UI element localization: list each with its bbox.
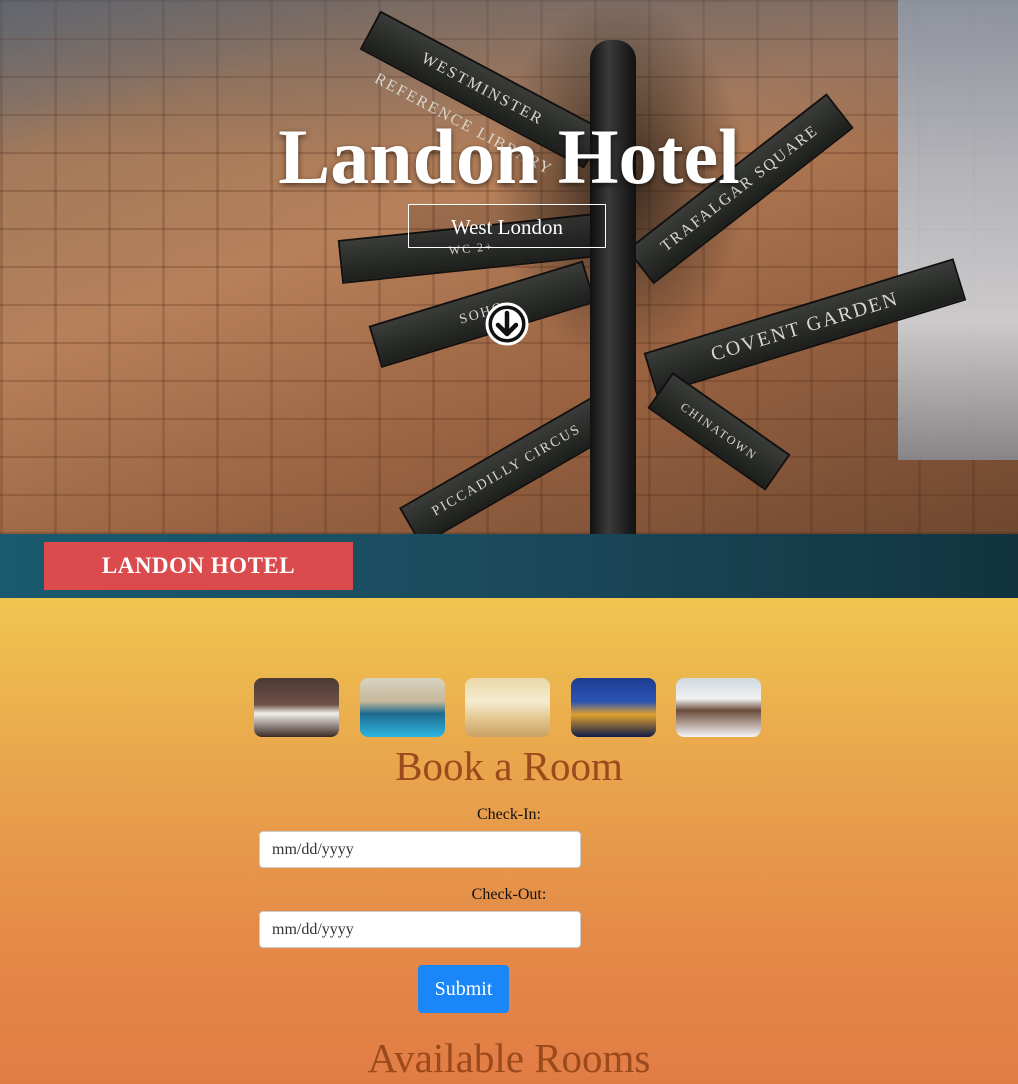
arrow-down-circle-icon[interactable]	[485, 302, 529, 346]
submit-button[interactable]: Submit	[418, 965, 509, 1013]
navbar: LANDON HOTEL	[0, 534, 1018, 598]
checkout-label: Check-Out:	[471, 886, 547, 903]
sky-background	[898, 0, 1018, 460]
thumbnail-gallery	[254, 678, 762, 737]
checkin-date-input[interactable]: mm/dd/yyyy	[259, 831, 581, 868]
hero-subtitle: West London	[408, 204, 606, 248]
wedding-couple-image[interactable]	[676, 678, 761, 737]
london-parliament-night-image[interactable]	[571, 678, 656, 737]
checkout-date-input[interactable]: mm/dd/yyyy	[259, 911, 581, 948]
hero-banner: WESTMINSTER REFERENCE LIBRARY TRAFALGAR …	[0, 0, 1018, 534]
hotel-bedroom-image[interactable]	[254, 678, 339, 737]
street-sign-chinatown: CHINATOWN	[647, 371, 791, 491]
dining-room-image[interactable]	[465, 678, 550, 737]
available-rooms-heading: Available Rooms	[367, 1035, 651, 1081]
street-sign-piccadilly: PICCADILLY CIRCUS	[399, 395, 615, 534]
hero-title: Landon Hotel	[278, 113, 740, 200]
checkin-label: Check-In:	[477, 806, 541, 823]
main-content: Book a Room Check-In: mm/dd/yyyy Check-O…	[0, 598, 1018, 1084]
indoor-pool-image[interactable]	[360, 678, 445, 737]
book-room-heading: Book a Room	[395, 743, 623, 789]
brand-logo-link[interactable]: LANDON HOTEL	[44, 542, 353, 590]
